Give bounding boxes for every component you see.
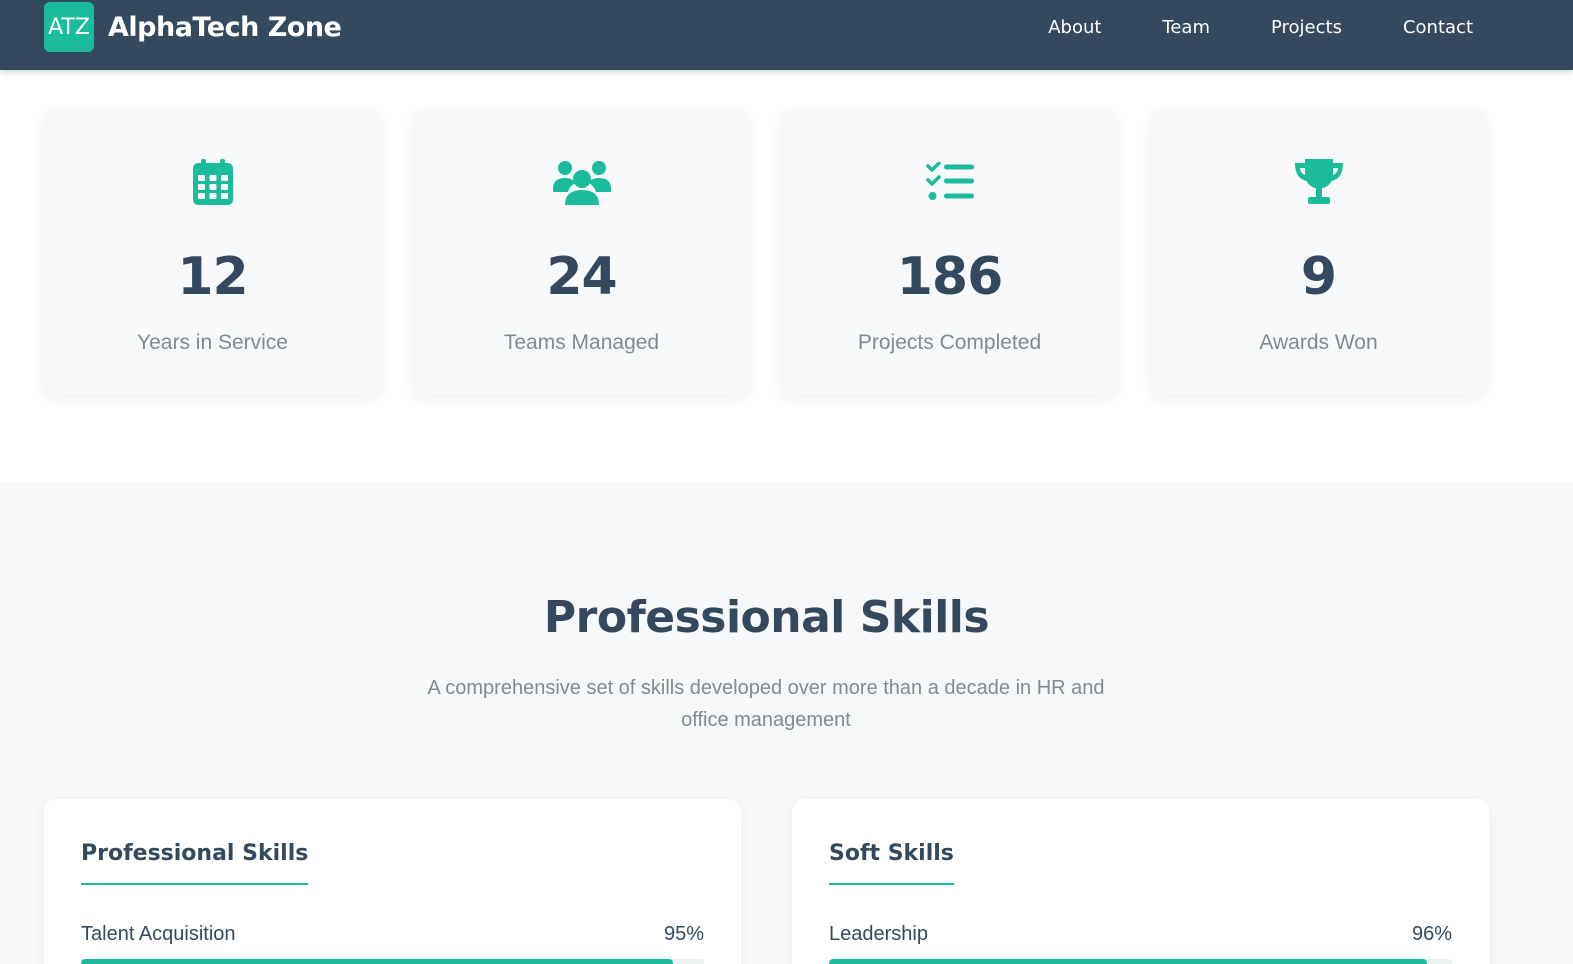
professional-skills-card: Professional Skills Talent Acquisition 9… bbox=[44, 799, 741, 964]
nav-link-contact[interactable]: Contact bbox=[1403, 15, 1473, 41]
skill-progress-fill bbox=[829, 959, 1428, 964]
checklist-icon bbox=[781, 157, 1118, 207]
skill-progress-fill bbox=[81, 959, 673, 964]
calendar-icon bbox=[44, 157, 381, 207]
skills-section: Professional Skills A comprehensive set … bbox=[0, 483, 1573, 964]
skill-name: Leadership bbox=[829, 923, 928, 945]
skill-progress-bar bbox=[829, 959, 1452, 964]
card-title: Professional Skills bbox=[81, 839, 309, 885]
section-subtitle: A comprehensive set of skills developed … bbox=[427, 677, 1105, 731]
stat-label: Awards Won bbox=[1259, 331, 1378, 354]
stat-card-projects: 186 Projects Completed bbox=[781, 109, 1118, 395]
trophy-icon bbox=[1150, 157, 1487, 207]
site-header: ATZ AlphaTech Zone About Team Projects C… bbox=[0, 0, 1573, 70]
skill-percent: 95% bbox=[663, 923, 704, 945]
brand-name: AlphaTech Zone bbox=[108, 11, 342, 43]
stat-label: Projects Completed bbox=[857, 331, 1042, 354]
logo[interactable]: ATZ AlphaTech Zone bbox=[44, 2, 342, 52]
section-title: Professional Skills bbox=[543, 592, 990, 643]
soft-skills-card: Soft Skills Leadership 96% bbox=[792, 799, 1489, 964]
skill-row: Talent Acquisition 95% bbox=[81, 919, 704, 964]
skill-row: Leadership 96% bbox=[829, 919, 1452, 964]
stat-card-years: 12 Years in Service bbox=[44, 109, 381, 395]
stat-label: Teams Managed bbox=[503, 331, 660, 354]
nav-link-projects[interactable]: Projects bbox=[1271, 15, 1342, 41]
skill-progress-bar bbox=[81, 959, 704, 964]
nav-link-about[interactable]: About bbox=[1048, 15, 1101, 41]
stat-number: 12 bbox=[177, 247, 248, 307]
card-title: Soft Skills bbox=[829, 839, 954, 885]
skill-name: Talent Acquisition bbox=[81, 923, 236, 945]
main-nav: About Team Projects Contact bbox=[987, 15, 1473, 41]
logo-badge: ATZ bbox=[44, 2, 94, 52]
stat-number: 9 bbox=[1300, 247, 1337, 307]
stat-number: 186 bbox=[896, 247, 1004, 307]
stat-number: 24 bbox=[546, 247, 617, 307]
nav-link-team[interactable]: Team bbox=[1162, 15, 1210, 41]
stat-card-awards: 9 Awards Won bbox=[1150, 109, 1487, 395]
users-icon bbox=[413, 157, 750, 207]
stat-label: Years in Service bbox=[137, 331, 288, 354]
skill-percent: 96% bbox=[1411, 923, 1452, 945]
stat-card-teams: 24 Teams Managed bbox=[413, 109, 750, 395]
